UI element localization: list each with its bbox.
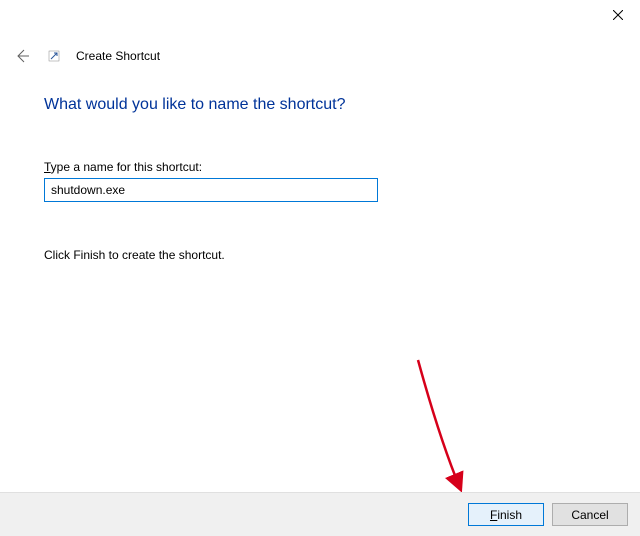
wizard-footer: Finish Cancel bbox=[0, 492, 640, 536]
close-button[interactable] bbox=[595, 0, 640, 30]
wizard-header: Create Shortcut bbox=[12, 44, 628, 68]
annotation-arrow bbox=[0, 0, 640, 536]
cancel-button[interactable]: Cancel bbox=[552, 503, 628, 526]
page-heading: What would you like to name the shortcut… bbox=[44, 96, 596, 114]
shortcut-name-input[interactable] bbox=[44, 178, 378, 202]
finish-button[interactable]: Finish bbox=[468, 503, 544, 526]
name-field-label: Type a name for this shortcut: bbox=[44, 160, 596, 174]
titlebar bbox=[595, 0, 640, 30]
wizard-content: What would you like to name the shortcut… bbox=[44, 96, 596, 262]
arrow-left-icon bbox=[14, 48, 30, 64]
shortcut-wizard-icon bbox=[46, 48, 62, 64]
instruction-text: Click Finish to create the shortcut. bbox=[44, 248, 596, 262]
wizard-title: Create Shortcut bbox=[76, 49, 160, 63]
back-button[interactable] bbox=[12, 46, 32, 66]
close-icon bbox=[613, 10, 623, 20]
